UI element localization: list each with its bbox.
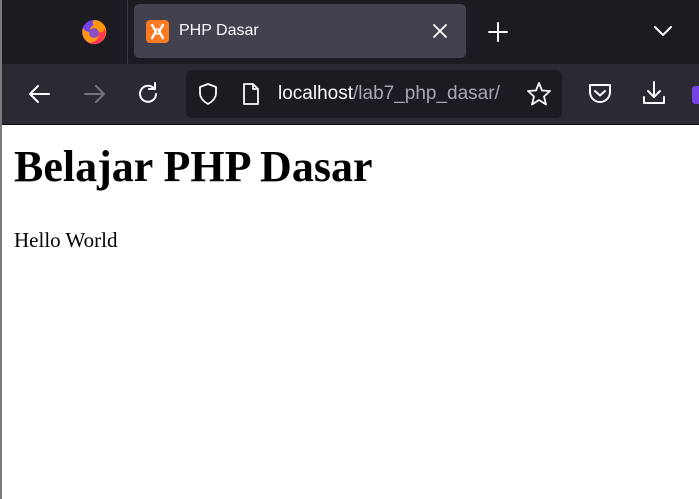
arrow-right-icon[interactable] <box>80 80 108 108</box>
xampp-icon <box>146 20 169 43</box>
url-bar[interactable]: localhost/lab7_php_dasar/ <box>186 70 562 118</box>
tab-strip: PHP Dasar <box>2 0 699 64</box>
arrow-left-icon[interactable] <box>26 80 54 108</box>
page-paragraph: Hello World <box>14 228 118 252</box>
url-host: localhost <box>278 83 353 104</box>
shield-icon[interactable] <box>196 82 220 106</box>
tab-separator <box>127 0 128 64</box>
reload-icon[interactable] <box>134 80 162 108</box>
tab-title: PHP Dasar <box>179 22 259 39</box>
pocket-icon[interactable] <box>586 80 614 108</box>
plus-icon[interactable] <box>486 20 510 44</box>
browser-window: PHP Dasar localhost/lab7_php_dasar/ Bela… <box>0 0 699 499</box>
url-path: /lab7_php_dasar/ <box>353 83 500 104</box>
page-heading: Belajar PHP Dasar <box>14 142 373 191</box>
close-icon[interactable] <box>430 21 450 41</box>
overflow-extension-icon[interactable] <box>692 86 699 104</box>
page-icon[interactable] <box>240 82 262 106</box>
page-content: Belajar PHP Dasar Hello World <box>2 125 699 499</box>
star-icon[interactable] <box>526 81 552 107</box>
tab-php-dasar[interactable]: PHP Dasar <box>134 4 466 58</box>
chevron-down-icon[interactable] <box>652 20 674 42</box>
firefox-icon[interactable] <box>81 19 107 45</box>
nav-toolbar: localhost/lab7_php_dasar/ <box>2 64 699 124</box>
url-text[interactable]: localhost/lab7_php_dasar/ <box>278 82 518 106</box>
download-icon[interactable] <box>640 79 668 107</box>
